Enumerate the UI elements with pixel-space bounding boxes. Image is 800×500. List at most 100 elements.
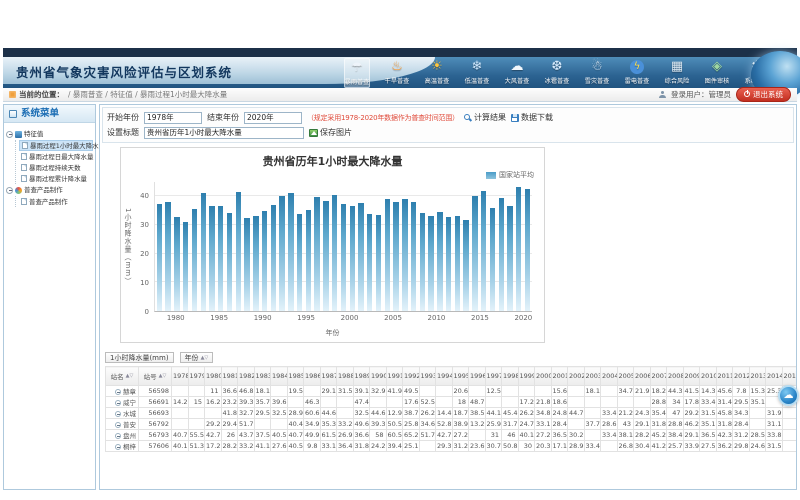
expand-row-icon[interactable] [115, 411, 121, 417]
bar-slot-1985 [216, 182, 225, 311]
year-column-header-1997[interactable]: 1997 [485, 367, 502, 386]
document-icon [21, 175, 27, 182]
value-cell-56691-2002 [568, 397, 585, 408]
year-column-header-2005[interactable]: 2005 [617, 367, 634, 386]
bar-slot-1979 [164, 182, 173, 311]
nav-item-rain-survey[interactable]: ☂暴雨普查 [344, 58, 370, 88]
year-column-header-1984[interactable]: 1984 [271, 367, 288, 386]
station-row-56598: 赫章565981136.646.818.119.529.131.539.132.… [106, 386, 798, 397]
expand-row-icon[interactable] [115, 389, 121, 395]
station-name-header[interactable]: 站名▲▽ [106, 367, 139, 386]
year-column-header-2015[interactable]: 2015 [782, 367, 797, 386]
value-cell-57606-1984: 27.6 [271, 441, 288, 452]
start-year-select[interactable]: 1978年 [144, 112, 202, 124]
year-column-header-1983[interactable]: 1983 [254, 367, 271, 386]
nav-item-hail-survey[interactable]: ❆冰雹普查 [544, 58, 570, 86]
bar-slot-1999 [339, 182, 348, 311]
collapse-icon[interactable] [6, 187, 13, 194]
year-column-header-1994[interactable]: 1994 [436, 367, 453, 386]
year-column-header-1995[interactable]: 1995 [452, 367, 469, 386]
sort-icons[interactable]: ▲▽ [126, 373, 134, 379]
sidebar-item-0-3[interactable]: 暴雨过程累计降水量 [19, 173, 93, 184]
year-column-header-1978[interactable]: 1978 [172, 367, 189, 386]
nav-item-low-temp-survey[interactable]: ❄低温普查 [464, 58, 490, 86]
sort-icons[interactable]: ▲▽ [201, 355, 209, 361]
expand-row-icon[interactable] [115, 422, 121, 428]
value-cell-57606-2012: 29.8 [733, 441, 750, 452]
chart-legend[interactable]: 国家站平均 [486, 170, 534, 180]
year-column-header-1990[interactable]: 1990 [370, 367, 387, 386]
year-column-header-1998[interactable]: 1998 [502, 367, 519, 386]
year-column-header-2011[interactable]: 2011 [716, 367, 733, 386]
value-cell-57606-2013: 24.6 [749, 441, 766, 452]
year-column-header-1979[interactable]: 1979 [188, 367, 205, 386]
year-column-header-1980[interactable]: 1980 [205, 367, 222, 386]
year-column-header-2003[interactable]: 2003 [584, 367, 601, 386]
year-column-header-2000[interactable]: 2000 [535, 367, 552, 386]
year-column-header-2007[interactable]: 2007 [650, 367, 667, 386]
value-cell-56598-2002 [568, 386, 585, 397]
value-cell-56792-2007: 31.8 [650, 419, 667, 430]
value-cell-56792-1989: 49.6 [353, 419, 370, 430]
year-column-header-1982[interactable]: 1982 [238, 367, 255, 386]
nav-item-map-review[interactable]: ◈图件审核 [704, 58, 730, 86]
nav-item-high-temp-survey[interactable]: ☀高温普查 [424, 58, 450, 86]
value-field-chip[interactable]: 1小时降水量(mm) [105, 352, 174, 363]
sidebar-item-0-0[interactable]: 暴雨过程1小时最大降水量 [19, 140, 93, 151]
download-data-button[interactable]: 数据下载 [511, 112, 553, 123]
nav-item-wind-survey[interactable]: ☁大风普查 [504, 58, 530, 86]
year-column-header-1993[interactable]: 1993 [419, 367, 436, 386]
value-cell-56693-1997: 44.1 [485, 408, 502, 419]
year-column-header-2014[interactable]: 2014 [766, 367, 783, 386]
expand-row-icon[interactable] [115, 400, 121, 406]
save-image-button[interactable]: 保存图片 [309, 127, 352, 138]
sort-icons[interactable]: ▲▽ [159, 373, 167, 379]
nav-item-drought-survey[interactable]: ♨干旱普查 [384, 58, 410, 86]
sidebar-item-0-1[interactable]: 暴雨过程日最大降水量 [19, 151, 93, 162]
year-column-header-1989[interactable]: 1989 [353, 367, 370, 386]
year-column-header-2009[interactable]: 2009 [683, 367, 700, 386]
year-column-header-1981[interactable]: 1981 [221, 367, 238, 386]
expand-row-icon[interactable] [115, 433, 121, 439]
sidebar-group-1[interactable]: 普查产品制作 [6, 184, 93, 196]
year-column-header-2004[interactable]: 2004 [601, 367, 618, 386]
nav-item-snow-survey[interactable]: ☃雪灾普查 [584, 58, 610, 86]
year-column-header-1996[interactable]: 1996 [469, 367, 486, 386]
year-column-header-1999[interactable]: 1999 [518, 367, 535, 386]
nav-item-label: 图件审核 [705, 75, 730, 85]
chart-title-input[interactable] [144, 127, 304, 139]
year-column-header-2013[interactable]: 2013 [749, 367, 766, 386]
bar-1987 [236, 192, 241, 311]
nav-item-label: 雷电普查 [625, 75, 650, 85]
nav-item-lightning-survey[interactable]: ϟ雷电普查 [624, 58, 650, 86]
collapse-icon[interactable] [6, 131, 13, 138]
year-column-header-2012[interactable]: 2012 [733, 367, 750, 386]
floating-service-button[interactable]: ☁ [778, 385, 799, 406]
year-column-header-2006[interactable]: 2006 [634, 367, 651, 386]
sidebar-item-1-0[interactable]: 普查产品制作 [19, 196, 93, 207]
bar-slot-1980 [173, 182, 182, 311]
end-year-select[interactable]: 2020年 [244, 112, 302, 124]
column-field-chip[interactable]: 年份 ▲▽ [180, 352, 214, 363]
bar-slot-1986 [225, 182, 234, 311]
year-column-header-2008[interactable]: 2008 [667, 367, 684, 386]
calculate-button[interactable]: 计算结果 [464, 112, 506, 123]
sidebar-item-0-2[interactable]: 暴雨过程持续天数 [19, 162, 93, 173]
year-column-header-1988[interactable]: 1988 [337, 367, 354, 386]
logout-button[interactable]: 退出系统 [736, 87, 791, 103]
rain-survey-icon: ☂ [351, 60, 363, 76]
year-column-header-1987[interactable]: 1987 [320, 367, 337, 386]
year-column-header-1986[interactable]: 1986 [304, 367, 321, 386]
nav-item-comprehensive-risk[interactable]: ▦综合风险 [664, 58, 690, 86]
year-column-header-1985[interactable]: 1985 [287, 367, 304, 386]
value-cell-56793-1983: 37.5 [254, 430, 271, 441]
year-column-header-1992[interactable]: 1992 [403, 367, 420, 386]
year-column-header-2001[interactable]: 2001 [551, 367, 568, 386]
snow-survey-icon: ☃ [591, 59, 603, 75]
station-id-header[interactable]: 站号▲▽ [139, 367, 172, 386]
year-column-header-2010[interactable]: 2010 [700, 367, 717, 386]
expand-row-icon[interactable] [115, 444, 121, 450]
sidebar-group-0[interactable]: 特征值 [6, 128, 93, 140]
year-column-header-2002[interactable]: 2002 [568, 367, 585, 386]
year-column-header-1991[interactable]: 1991 [386, 367, 403, 386]
